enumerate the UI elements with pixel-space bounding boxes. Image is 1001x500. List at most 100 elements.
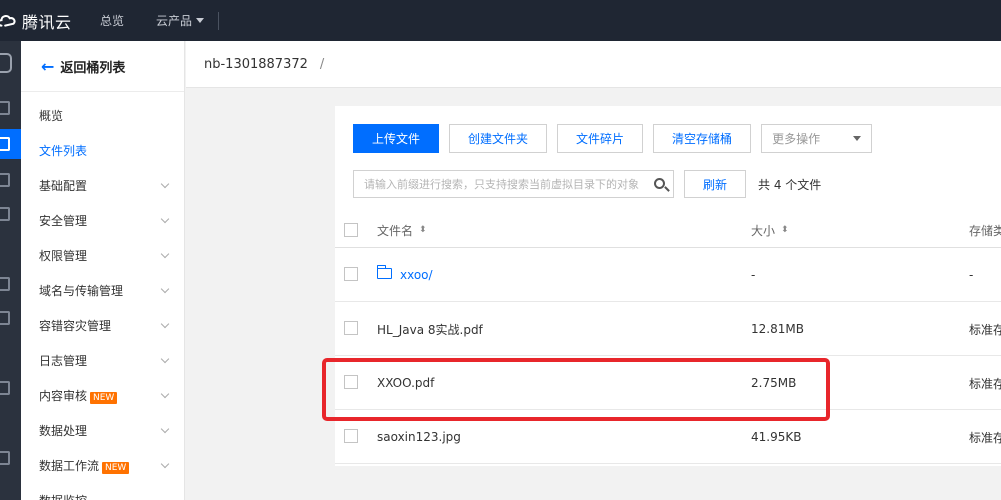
sidebar-item-basic-config[interactable]: 基础配置 [21, 168, 184, 203]
row-checkbox[interactable] [344, 375, 358, 389]
rail-icon-3[interactable] [0, 173, 10, 187]
table-row: xxoo/ - - [335, 248, 1001, 302]
create-folder-button[interactable]: 创建文件夹 [449, 124, 548, 153]
chevron-down-icon [160, 459, 170, 469]
sidebar-item-disaster-recovery[interactable]: 容错容灾管理 [21, 308, 184, 343]
rail-icon-6[interactable] [0, 311, 10, 325]
icon-rail [0, 41, 21, 500]
sidebar-item-permissions[interactable]: 权限管理 [21, 238, 184, 273]
sidebar-item-label: 日志管理 [39, 354, 88, 368]
file-size-cell: 12.81MB [751, 322, 804, 336]
hexagon-icon[interactable] [0, 53, 12, 73]
file-size-cell: 2.75MB [751, 376, 797, 390]
more-actions-label: 更多操作 [772, 132, 821, 146]
nav-overview[interactable]: 总览 [100, 12, 124, 29]
sidebar-item-label: 数据工作流 [39, 459, 100, 473]
breadcrumb-bucket[interactable]: nb-1301887372 [204, 57, 308, 72]
folder-link[interactable]: xxoo/ [376, 264, 433, 282]
sidebar-menu: 概览 文件列表 基础配置 安全管理 权限管理 域名与传输管理 容错容灾管理 日志… [21, 92, 184, 500]
rail-item-active[interactable] [0, 129, 21, 159]
sidebar-item-label: 权限管理 [39, 249, 88, 263]
search-row: 刷新 共 4 个文件 [353, 170, 821, 198]
row-checkbox[interactable] [344, 321, 358, 335]
chevron-down-icon [160, 389, 170, 399]
header-name-label: 文件名 [377, 223, 414, 238]
chevron-down-icon [160, 354, 170, 364]
rail-icon-1[interactable] [0, 101, 10, 115]
sidebar-item-data-monitoring[interactable]: 数据监控 [21, 483, 184, 500]
file-name-cell[interactable]: HL_Java 8实战.pdf [377, 302, 483, 356]
chevron-down-icon [160, 284, 170, 294]
bucket-icon [0, 137, 10, 151]
rail-icon-8[interactable] [0, 451, 10, 465]
toolbar: 上传文件 创建文件夹 文件碎片 清空存储桶 更多操作 [353, 124, 873, 153]
breadcrumb: nb-1301887372 / [186, 41, 1001, 88]
file-size-cell: 41.95KB [751, 430, 802, 444]
sort-icon: ⬍ [419, 225, 427, 235]
sidebar-item-label-wrap: 数据工作流 NEW [39, 457, 130, 474]
chevron-down-icon [160, 424, 170, 434]
chevron-down-icon [160, 179, 170, 189]
upload-file-button[interactable]: 上传文件 [353, 124, 440, 153]
back-label: 返回桶列表 [60, 60, 126, 76]
sidebar-item-label: 数据处理 [39, 424, 88, 438]
sidebar-item-label: 数据监控 [39, 492, 87, 500]
storage-class-cell: - [969, 268, 974, 282]
top-divider [218, 11, 220, 30]
chevron-down-icon [160, 214, 170, 224]
sidebar-item-label: 基础配置 [39, 179, 88, 193]
logo[interactable]: 腾讯云 [0, 0, 90, 41]
sidebar-item-overview[interactable]: 概览 [21, 98, 184, 133]
row-checkbox[interactable] [344, 429, 358, 443]
nav-products-label: 云产品 [156, 14, 193, 28]
folder-icon [376, 264, 392, 279]
row-checkbox[interactable] [344, 267, 358, 281]
caret-down-icon [196, 18, 205, 23]
sidebar: ← 返回桶列表 概览 文件列表 基础配置 安全管理 权限管理 域名与传输管理 容… [21, 41, 185, 500]
caret-down-icon [853, 136, 862, 141]
file-table: 文件名 ⬍ 大小 ⬍ 存储类 xxoo/ - - HL_Java 8实战.pdf 1… [335, 212, 1001, 464]
nav-products[interactable]: 云产品 [156, 12, 205, 29]
header-name[interactable]: 文件名 ⬍ [377, 212, 427, 248]
rail-icon-4[interactable] [0, 207, 10, 221]
rail-icon-7[interactable] [0, 381, 10, 395]
sort-icon: ⬍ [781, 225, 789, 235]
new-badge: NEW [90, 392, 118, 404]
header-storage: 存储类 [969, 223, 1001, 238]
file-name-cell[interactable]: saoxin123.jpg [377, 410, 461, 464]
sidebar-item-label: 域名与传输管理 [39, 284, 124, 298]
header-size-label: 大小 [751, 223, 776, 238]
sidebar-item-label: 内容审核 [39, 389, 88, 403]
refresh-button[interactable]: 刷新 [684, 170, 747, 198]
sidebar-item-data-processing[interactable]: 数据处理 [21, 413, 184, 448]
sidebar-item-security[interactable]: 安全管理 [21, 203, 184, 238]
table-row: XXOO.pdf 2.75MB 标准存 [335, 356, 1001, 410]
sidebar-item-label: 容错容灾管理 [39, 319, 112, 333]
select-all-checkbox[interactable] [344, 223, 358, 237]
sidebar-item-logs[interactable]: 日志管理 [21, 343, 184, 378]
clear-bucket-button[interactable]: 清空存储桶 [653, 124, 752, 153]
back-to-bucket-list[interactable]: ← 返回桶列表 [21, 41, 184, 91]
sidebar-item-label: 概览 [39, 109, 64, 123]
sidebar-item-content-moderation[interactable]: 内容审核 NEW [21, 378, 184, 413]
search-box [353, 170, 674, 198]
file-size-cell: - [751, 268, 756, 282]
sidebar-item-file-list[interactable]: 文件列表 [21, 133, 184, 168]
sidebar-item-data-workflow[interactable]: 数据工作流 NEW [21, 448, 184, 483]
rail-icon-5[interactable] [0, 277, 10, 291]
chevron-down-icon [160, 249, 170, 259]
more-actions-select[interactable]: 更多操作 [761, 124, 873, 153]
search-input[interactable] [364, 177, 644, 191]
logo-text: 腾讯云 [22, 12, 72, 32]
file-fragments-button[interactable]: 文件碎片 [557, 124, 644, 153]
file-list-panel: 上传文件 创建文件夹 文件碎片 清空存储桶 更多操作 刷新 共 4 个文件 文件… [335, 106, 1001, 466]
file-count: 共 4 个文件 [758, 177, 822, 192]
table-row: saoxin123.jpg 41.95KB 标准存 [335, 410, 1001, 464]
file-name-cell[interactable]: XXOO.pdf [377, 356, 434, 410]
breadcrumb-separator: / [319, 56, 325, 72]
table-row: HL_Java 8实战.pdf 12.81MB 标准存 [335, 302, 1001, 356]
file-name-cell: xxoo/ [376, 248, 433, 302]
sidebar-item-domain-transfer[interactable]: 域名与传输管理 [21, 273, 184, 308]
search-icon[interactable] [654, 178, 665, 189]
header-size[interactable]: 大小 ⬍ [751, 212, 789, 248]
